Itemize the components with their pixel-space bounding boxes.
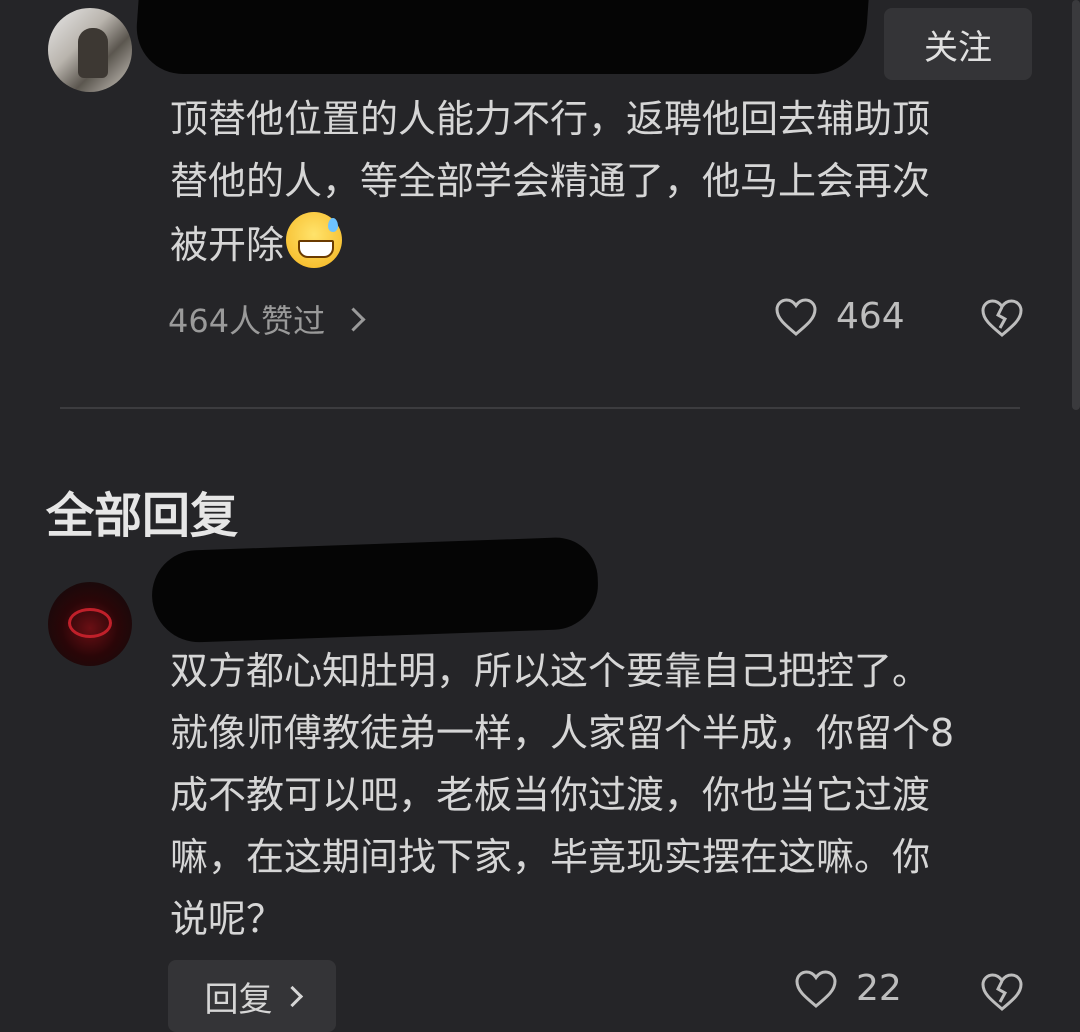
- follow-button[interactable]: 关注: [884, 8, 1032, 80]
- reply-like-button[interactable]: 22: [794, 968, 902, 1009]
- reply-button-label: 回复: [204, 979, 273, 1020]
- dislike-button[interactable]: [980, 972, 1024, 1012]
- chevron-right-icon: [341, 306, 366, 332]
- broken-heart-icon: [980, 298, 1024, 338]
- heart-icon: [794, 969, 838, 1009]
- grinning-sweat-emoji-icon: [286, 212, 343, 268]
- redacted-username: [133, 0, 869, 74]
- reply-text: 双方都心知肚明，所以这个要靠自己把控了。 就像师傅教徒弟一样，人家留个半成，你留…: [170, 649, 955, 941]
- commenter-avatar[interactable]: [48, 8, 132, 92]
- dislike-button[interactable]: [980, 298, 1024, 338]
- redacted-username: [150, 536, 600, 644]
- chevron-right-icon: [281, 985, 303, 1007]
- comment-text: 顶替他位置的人能力不行，返聘他回去辅助顶 替他的人，等全部学会精通了，他马上会再…: [170, 88, 1030, 276]
- reply-button[interactable]: 回复: [168, 960, 336, 1032]
- broken-heart-icon: [980, 972, 1024, 1012]
- comment-like-button[interactable]: 464: [774, 296, 905, 337]
- section-title: 全部回复: [46, 488, 239, 544]
- divider: [60, 407, 1020, 409]
- scrollbar[interactable]: [1072, 0, 1080, 410]
- like-count: 22: [856, 968, 902, 1009]
- replier-avatar[interactable]: [48, 582, 132, 666]
- comment-body: 顶替他位置的人能力不行，返聘他回去辅助顶 替他的人，等全部学会精通了，他马上会再…: [170, 97, 931, 267]
- heart-icon: [774, 297, 818, 337]
- likers-label: 464人赞过: [168, 302, 326, 340]
- likers-link[interactable]: 464人赞过: [168, 296, 366, 342]
- like-count: 464: [836, 296, 905, 337]
